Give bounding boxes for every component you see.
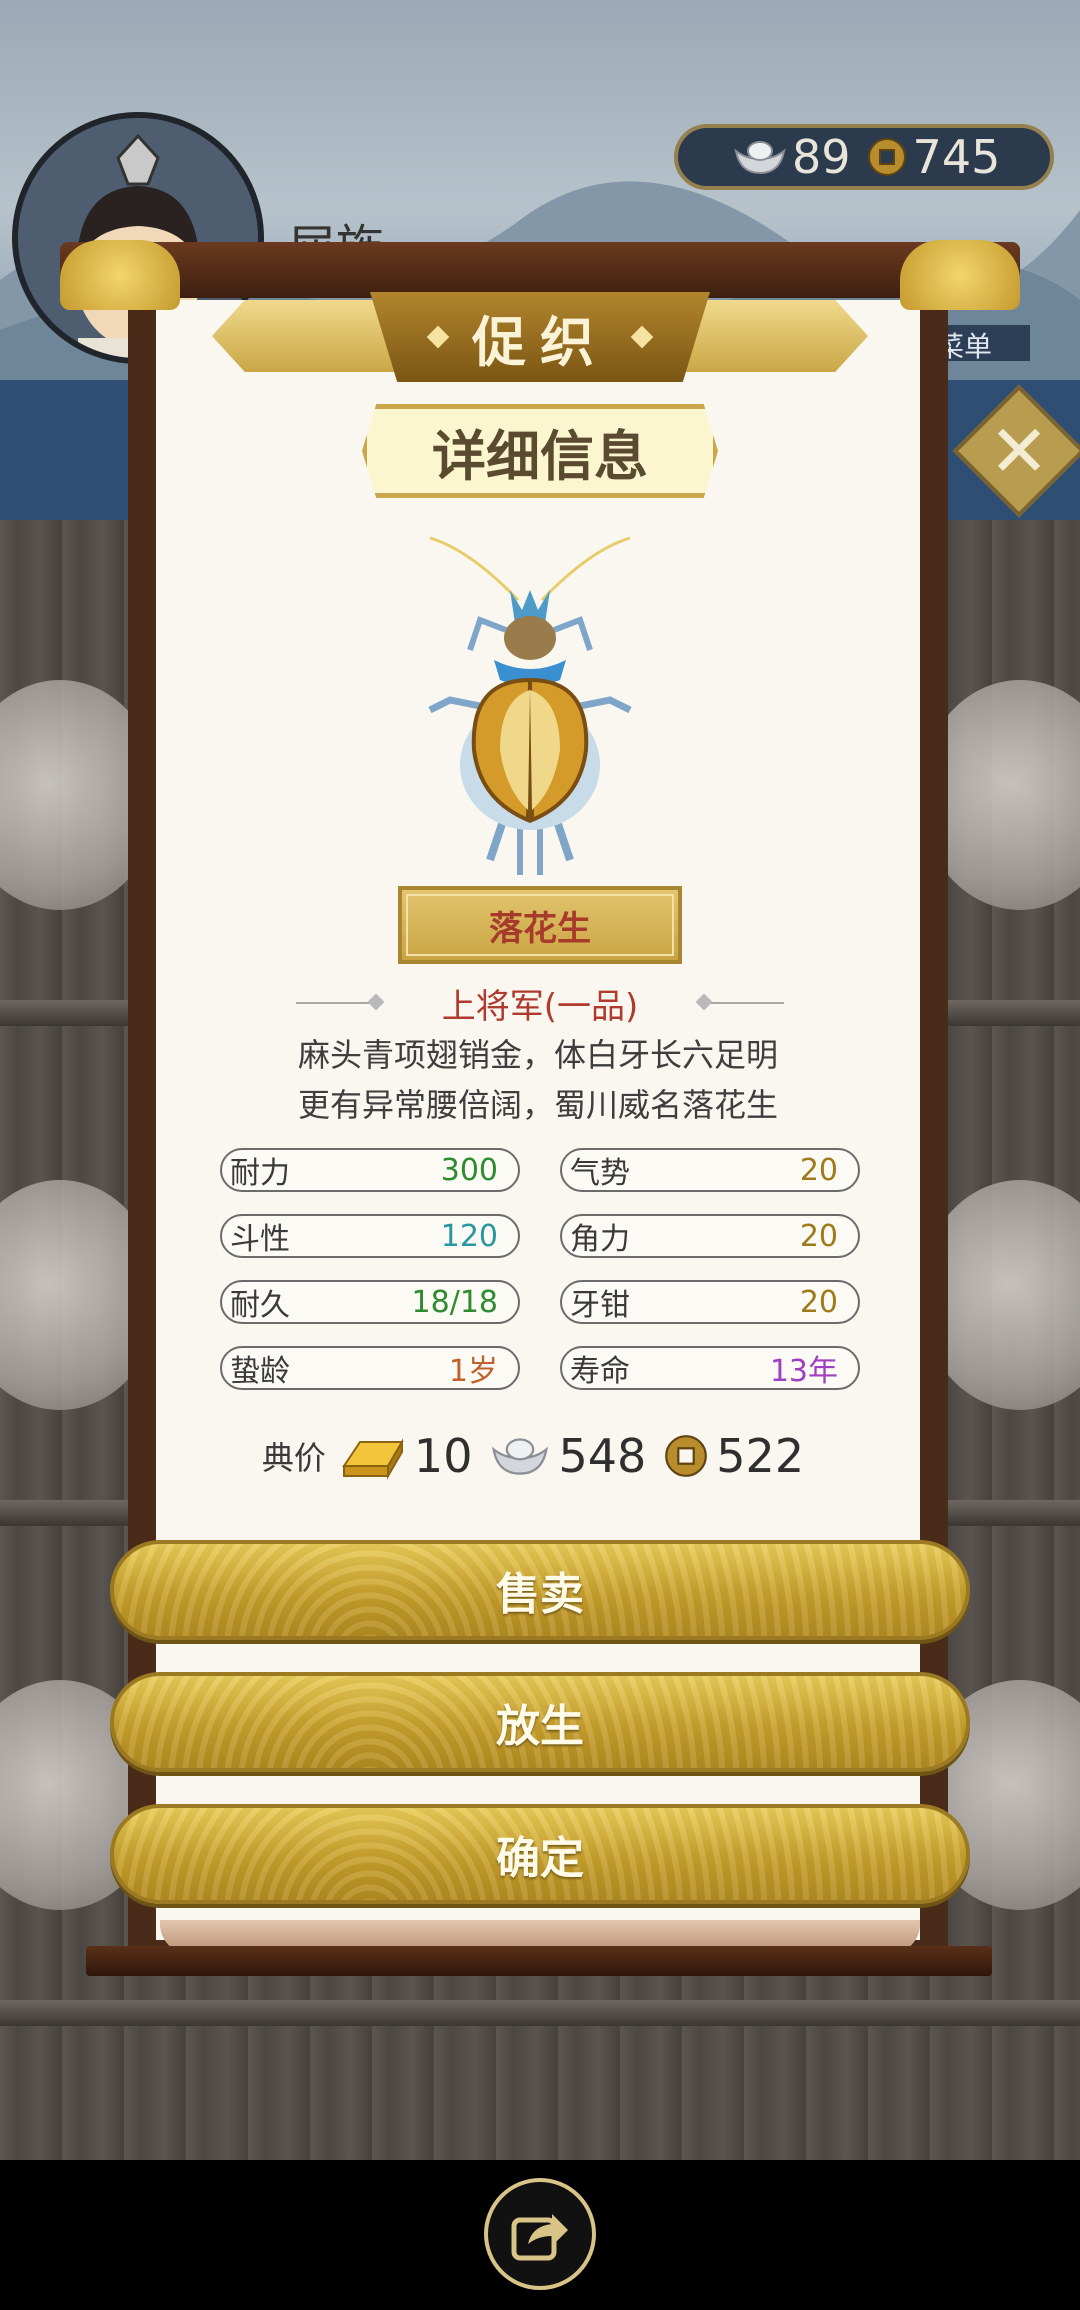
price-gold: 10 (413, 1429, 473, 1483)
rank-row: 上将军(一品) (296, 978, 784, 1028)
stat-label: 耐力 (230, 1156, 290, 1191)
cricket-image (428, 536, 632, 875)
detail-subtitle: 详细信息 (362, 404, 718, 498)
cricket-name: 落花生 (489, 908, 591, 949)
poem-line-2: 更有异常腰倍阔，蜀川威名落花生 (297, 1086, 778, 1124)
stat-label: 斗性 (230, 1222, 290, 1257)
dialog-title: 促织 (472, 309, 608, 374)
diamond-ornament-icon (630, 325, 654, 349)
sell-button-label: 售卖 (496, 1569, 584, 1620)
shelf (0, 2000, 1080, 2026)
price-silver: 548 (558, 1429, 647, 1483)
poem-line-1: 麻头青项翅销金，体白牙长六足明 (297, 1036, 778, 1074)
stat-durability: 耐久 18/18 (220, 1280, 520, 1324)
release-button[interactable]: 放生 (110, 1672, 970, 1772)
stat-lifespan: 寿命 13年 (560, 1346, 860, 1390)
stat-value: 13年 (769, 1354, 838, 1389)
price-coins: 522 (716, 1429, 805, 1483)
stat-value: 20 (799, 1152, 838, 1188)
cricket-name-plate: 落花生 (398, 886, 682, 964)
coin-amount: 745 (912, 130, 1001, 184)
stat-label: 牙钳 (570, 1288, 630, 1323)
scroll-top-rod (60, 242, 1020, 298)
close-icon: ✕ (988, 409, 1050, 493)
stat-jaw: 牙钳 20 (560, 1280, 860, 1324)
stat-momentum: 气势 20 (560, 1148, 860, 1192)
share-button[interactable] (484, 2178, 596, 2290)
stat-value: 120 (440, 1218, 498, 1254)
stat-endurance: 耐力 300 (220, 1148, 520, 1192)
stat-value: 1岁 (448, 1354, 498, 1389)
title-plate: 促织 (370, 292, 710, 382)
stat-label: 蛰龄 (230, 1354, 290, 1389)
release-button-label: 放生 (496, 1701, 584, 1752)
price-row: 典价 10 548 522 (156, 1424, 920, 1488)
stat-value: 20 (799, 1284, 838, 1320)
copper-coin-icon (867, 138, 906, 176)
share-icon (511, 2214, 568, 2261)
divider (698, 1002, 784, 1004)
confirm-button-label: 确定 (496, 1833, 584, 1884)
stat-fighting-spirit: 斗性 120 (220, 1214, 520, 1258)
stat-age: 蛰龄 1岁 (220, 1346, 520, 1390)
stat-label: 角力 (570, 1222, 630, 1257)
scroll-ornament-right (900, 240, 1020, 310)
stats-grid: 耐力 300 气势 20 斗性 120 角力 20 耐久 18/18 牙钳 20 蛰龄 1岁 … (220, 1148, 860, 1390)
stat-label: 耐久 (230, 1288, 290, 1323)
cricket-rank: 上将军(一品) (441, 986, 639, 1027)
confirm-button[interactable]: 确定 (110, 1804, 970, 1904)
stat-strength: 角力 20 (560, 1214, 860, 1258)
silver-ingot-icon (492, 1438, 549, 1475)
scroll-ornament-left (60, 240, 180, 310)
subtitle-text: 详细信息 (432, 423, 648, 488)
stat-value: 18/18 (411, 1284, 498, 1320)
stat-value: 20 (799, 1218, 838, 1254)
copper-coin-icon (665, 1435, 708, 1477)
stat-label: 气势 (570, 1156, 630, 1191)
silver-ingot-icon (734, 141, 786, 175)
divider (296, 1002, 382, 1004)
stat-label: 寿命 (570, 1354, 630, 1389)
gold-bar-icon (342, 1438, 404, 1480)
stat-value: 300 (440, 1152, 498, 1188)
currency-bar: 89 745 (674, 124, 1054, 190)
diamond-ornament-icon (426, 325, 450, 349)
price-label: 典价 (261, 1439, 326, 1477)
silver-amount: 89 (792, 130, 851, 184)
scroll-bottom-rod (86, 1946, 992, 1976)
sell-button[interactable]: 售卖 (110, 1540, 970, 1640)
